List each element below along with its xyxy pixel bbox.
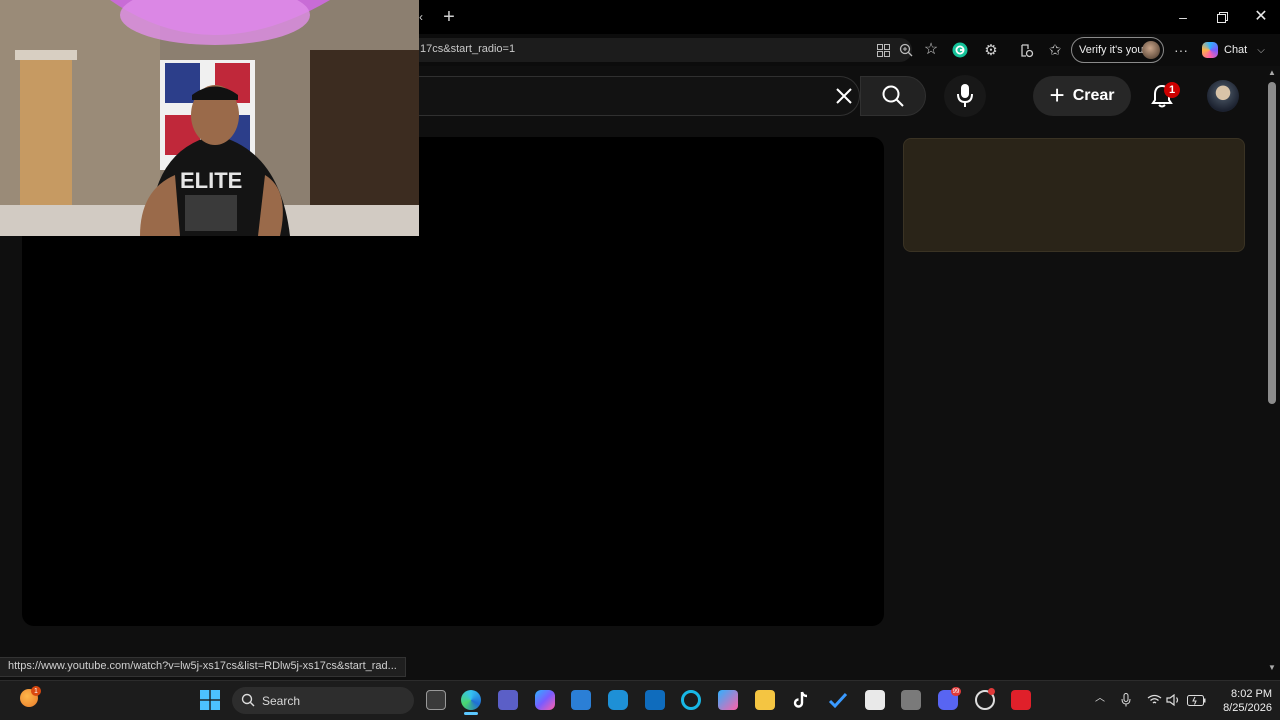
tiktok-icon[interactable]: [791, 690, 811, 710]
chevron-down-icon: ⌵: [1257, 44, 1265, 56]
copilot-pro-icon[interactable]: [718, 690, 738, 710]
tray-microphone-icon[interactable]: [1119, 692, 1133, 708]
sidebar-placeholder-card: [903, 138, 1245, 252]
search-icon: [880, 83, 906, 109]
verify-label: Verify it's you: [1079, 44, 1144, 56]
discord-badge: 99: [951, 687, 961, 696]
copilot-app-icon[interactable]: [535, 690, 555, 710]
active-app-indicator: [464, 712, 478, 715]
close-window-button[interactable]: ✕: [1252, 8, 1270, 26]
clock-date: 8/25/2026: [1223, 702, 1272, 714]
scroll-up-icon[interactable]: ▲: [1266, 68, 1278, 78]
chat-label: Chat: [1224, 44, 1248, 56]
widget-badge: 1: [31, 686, 41, 696]
url-text[interactable]: 17cs&start_radio=1: [420, 43, 515, 55]
search-input[interactable]: [419, 76, 860, 116]
file-explorer-icon[interactable]: [755, 690, 775, 710]
edge-search-icon[interactable]: [608, 690, 628, 710]
scrollbar-thumb[interactable]: [1268, 82, 1276, 404]
windows-start-icon[interactable]: [200, 690, 220, 710]
scroll-down-icon[interactable]: ▼: [1266, 663, 1278, 673]
volume-icon[interactable]: [1165, 692, 1181, 708]
extensions-icon[interactable]: ⚙: [982, 41, 1000, 59]
create-label: Crear: [1072, 87, 1115, 104]
taskbar-search[interactable]: Search: [232, 687, 414, 714]
alexa-icon[interactable]: [681, 690, 701, 710]
verify-identity-button[interactable]: Verify it's you: [1071, 37, 1164, 63]
svg-text:ELITE: ELITE: [180, 168, 242, 193]
favorites-icon[interactable]: ✩: [1046, 41, 1064, 59]
link-status-url: https://www.youtube.com/watch?v=lw5j-xs1…: [0, 657, 406, 677]
calendar-app-icon[interactable]: [865, 690, 885, 710]
tray-chevron-up-icon[interactable]: ︿: [1093, 692, 1107, 706]
grammarly-icon[interactable]: [951, 41, 969, 59]
clear-search-icon[interactable]: [832, 84, 856, 108]
generic-app-icon[interactable]: [901, 690, 921, 710]
favorite-star-icon[interactable]: ☆: [922, 41, 940, 59]
task-view-icon[interactable]: [426, 690, 446, 710]
profile-avatar: [1142, 41, 1160, 59]
system-clock[interactable]: 8:02 PM 8/25/2026: [1212, 687, 1272, 715]
teams-icon[interactable]: [498, 690, 518, 710]
browser-essentials-icon[interactable]: [1017, 41, 1035, 59]
microphone-icon: [953, 83, 977, 109]
clock-time: 8:02 PM: [1231, 688, 1272, 700]
search-icon: [241, 693, 255, 710]
plus-icon: +: [1049, 79, 1065, 110]
microsoft-store-icon[interactable]: [571, 690, 591, 710]
todo-check-icon[interactable]: [828, 690, 848, 710]
restore-button[interactable]: [1213, 8, 1231, 26]
create-button[interactable]: + Crear: [1033, 76, 1131, 116]
copilot-icon: [1202, 42, 1218, 58]
webcam-overlay: ELITE: [0, 0, 419, 236]
more-options-icon[interactable]: ···: [1173, 41, 1189, 59]
app-available-icon[interactable]: [875, 42, 891, 58]
notification-count-badge: 1: [1164, 82, 1180, 98]
zoom-icon[interactable]: [898, 42, 914, 58]
settings-badge: [988, 688, 995, 695]
outlook-icon[interactable]: [645, 690, 665, 710]
copilot-chat-button[interactable]: Chat ⌵: [1202, 40, 1272, 60]
new-tab-button[interactable]: +: [439, 7, 459, 27]
recorder-app-icon[interactable]: [1011, 690, 1031, 710]
edge-browser-icon[interactable]: [461, 690, 481, 710]
battery-icon[interactable]: [1186, 692, 1206, 708]
account-avatar[interactable]: [1207, 80, 1239, 112]
windows-taskbar: [0, 680, 1280, 720]
taskbar-search-label: Search: [262, 693, 301, 708]
wifi-icon[interactable]: [1146, 692, 1162, 708]
minimize-button[interactable]: –: [1174, 8, 1192, 26]
